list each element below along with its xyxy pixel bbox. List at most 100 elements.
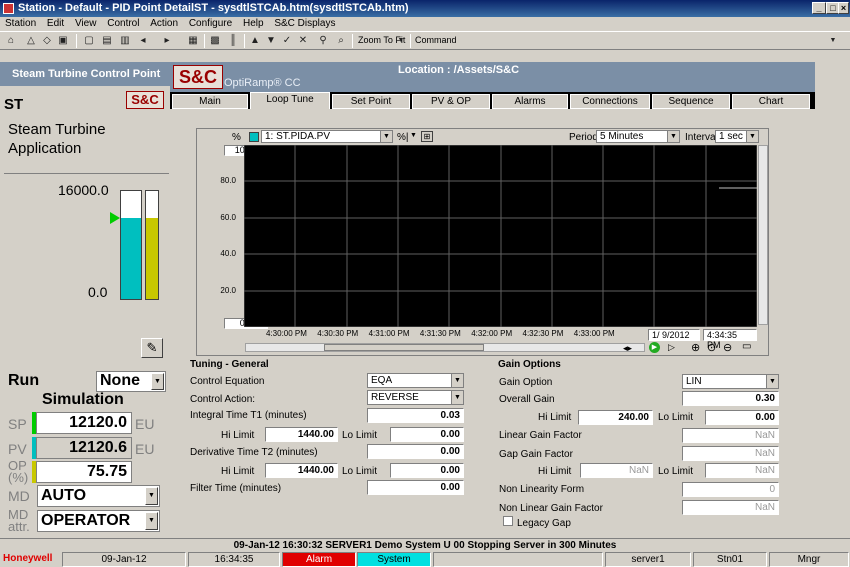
forward-icon[interactable]: ▸ xyxy=(160,34,174,47)
run-label: Run xyxy=(8,372,40,389)
network-icon[interactable]: ⌂ xyxy=(4,34,18,47)
control-action-select[interactable]: REVERSE ▼ xyxy=(367,390,464,405)
gain-hi-label: Hi Limit xyxy=(538,412,572,423)
tab-chart[interactable]: Chart xyxy=(732,94,810,109)
chevron-down-icon: ▼ xyxy=(151,373,164,390)
copy-icon[interactable]: ▭ xyxy=(742,341,751,352)
tab-sequence[interactable]: Sequence xyxy=(652,94,730,109)
t1-lo-field[interactable]: 0.00 xyxy=(390,427,464,442)
chevron-down-icon[interactable]: ▼ xyxy=(410,132,417,139)
zoom-reset-icon[interactable]: ⊙ xyxy=(707,341,716,354)
acknowledge-icon[interactable]: ✓ xyxy=(280,34,294,47)
lower-icon[interactable]: ▼ xyxy=(264,34,278,47)
op-field[interactable]: 75.75 xyxy=(36,461,132,483)
sp-marker-icon[interactable] xyxy=(110,212,120,224)
page-icon[interactable]: ▢ xyxy=(82,34,96,47)
faceplate-icon[interactable]: ✎ xyxy=(141,338,163,358)
t2-hi-field[interactable]: 1440.00 xyxy=(265,463,338,478)
period-select[interactable]: 5 Minutes ▼ xyxy=(596,130,680,143)
minimize-button[interactable]: _ xyxy=(812,2,826,14)
filter-field[interactable]: 0.00 xyxy=(367,480,464,495)
trend-icon[interactable]: ▩ xyxy=(208,34,222,47)
gain-lo-field[interactable]: 0.00 xyxy=(705,410,779,425)
scrollbar-thumb[interactable] xyxy=(324,344,484,351)
menu-station[interactable]: Station xyxy=(5,18,36,29)
toolbar-separator xyxy=(76,34,77,48)
event-icon[interactable]: ▣ xyxy=(56,34,70,47)
detail-icon[interactable]: ▤ xyxy=(100,34,114,47)
gap-hi-field[interactable]: NaN xyxy=(580,463,653,478)
gap-gain-field[interactable]: NaN xyxy=(682,446,779,461)
legacy-gap-checkbox[interactable] xyxy=(503,516,513,526)
message-bar: 09-Jan-12 16:30:32 SERVER1 Demo System U… xyxy=(0,538,850,552)
interval-select[interactable]: 1 sec ▼ xyxy=(715,130,759,143)
t2-lo-field[interactable]: 0.00 xyxy=(390,463,464,478)
vertical-scrollbar[interactable] xyxy=(758,145,768,325)
x-tick-label: 4:33:00 PM xyxy=(573,329,615,338)
linear-gain-field[interactable]: NaN xyxy=(682,428,779,443)
control-action-value: REVERSE xyxy=(371,392,419,403)
banner-logo: S&C xyxy=(173,65,223,89)
bars-icon[interactable]: ║ xyxy=(226,34,240,47)
print-icon[interactable]: ▦ xyxy=(186,34,200,47)
tab-loop-tune[interactable]: Loop Tune xyxy=(250,92,330,109)
sp-field[interactable]: 12120.0 xyxy=(36,412,132,434)
back-icon[interactable]: ◂ xyxy=(136,34,150,47)
menu-action[interactable]: Action xyxy=(150,18,178,29)
find-icon[interactable]: ⚲ xyxy=(316,34,330,47)
trend-nav-arrows-icon[interactable]: ◂▸ xyxy=(623,343,632,354)
gain-hi-field[interactable]: 240.00 xyxy=(578,410,653,425)
overall-gain-field[interactable]: 0.30 xyxy=(682,391,779,406)
menu-edit[interactable]: Edit xyxy=(47,18,64,29)
step-icon[interactable]: ▷ xyxy=(668,342,675,353)
menu-control[interactable]: Control xyxy=(107,18,139,29)
menu-help[interactable]: Help xyxy=(243,18,264,29)
zoom-out-icon[interactable]: ⊖ xyxy=(723,341,732,354)
x-axis: 4:30:00 PM 4:30:30 PM 4:31:00 PM 4:31:30 PM… xyxy=(244,329,757,341)
pv-bar xyxy=(120,190,142,300)
cancel-icon[interactable]: ✕ xyxy=(296,34,310,47)
trend-scrollbar[interactable] xyxy=(245,343,645,352)
pen-select[interactable]: 1: ST.PIDA.PV ▼ xyxy=(261,130,393,143)
alarm-indicator[interactable]: Alarm xyxy=(282,552,356,567)
sp-unit: EU xyxy=(135,416,155,432)
tab-pv-op[interactable]: PV & OP xyxy=(412,94,490,109)
tab-set-point[interactable]: Set Point xyxy=(332,94,410,109)
simulation-label: Simulation xyxy=(42,391,124,408)
gain-option-select[interactable]: LIN ▼ xyxy=(682,374,779,389)
message-icon[interactable]: ◇ xyxy=(40,34,54,47)
play-icon[interactable]: ▶ xyxy=(649,342,660,353)
run-select[interactable]: None ▼ xyxy=(96,371,166,392)
trend-options-icon[interactable]: ⊞ xyxy=(421,131,433,142)
mode-attr-select[interactable]: OPERATOR ▼ xyxy=(37,510,160,532)
legacy-gap-label: Legacy Gap xyxy=(517,518,571,529)
zoom-icon[interactable]: ⌕ xyxy=(334,34,348,47)
nl-form-field[interactable]: 0 xyxy=(682,482,779,497)
tab-connections[interactable]: Connections xyxy=(570,94,650,109)
close-button[interactable]: × xyxy=(838,2,849,14)
command-input[interactable] xyxy=(460,35,840,48)
pv-label: PV xyxy=(8,441,27,457)
raise-icon[interactable]: ▲ xyxy=(248,34,262,47)
t1-hi-field[interactable]: 1440.00 xyxy=(265,427,338,442)
control-equation-select[interactable]: EQA ▼ xyxy=(367,373,464,388)
filter-label: Filter Time (minutes) xyxy=(190,483,282,494)
menu-view[interactable]: View xyxy=(75,18,97,29)
nl-gain-field[interactable]: NaN xyxy=(682,500,779,515)
gap-lo-field[interactable]: NaN xyxy=(705,463,779,478)
menu-configure[interactable]: Configure xyxy=(189,18,232,29)
alarm-icon[interactable]: △ xyxy=(24,34,38,47)
t2-field[interactable]: 0.00 xyxy=(367,444,464,459)
tab-alarms[interactable]: Alarms xyxy=(492,94,568,109)
t1-hi-label: Hi Limit xyxy=(221,430,255,441)
system-indicator[interactable]: System xyxy=(357,552,431,567)
t1-field[interactable]: 0.03 xyxy=(367,408,464,423)
zoom-dropdown-icon[interactable]: ▼ xyxy=(396,34,406,47)
menu-sc-displays[interactable]: S&C Displays xyxy=(274,18,335,29)
command-dropdown-icon[interactable]: ▼ xyxy=(828,34,838,47)
tab-main[interactable]: Main xyxy=(172,94,248,109)
zoom-in-icon[interactable]: ⊕ xyxy=(691,341,700,354)
mode-select[interactable]: AUTO ▼ xyxy=(37,485,160,507)
group-icon[interactable]: ▥ xyxy=(118,34,132,47)
y-tick-label: 20.0 xyxy=(220,286,236,295)
